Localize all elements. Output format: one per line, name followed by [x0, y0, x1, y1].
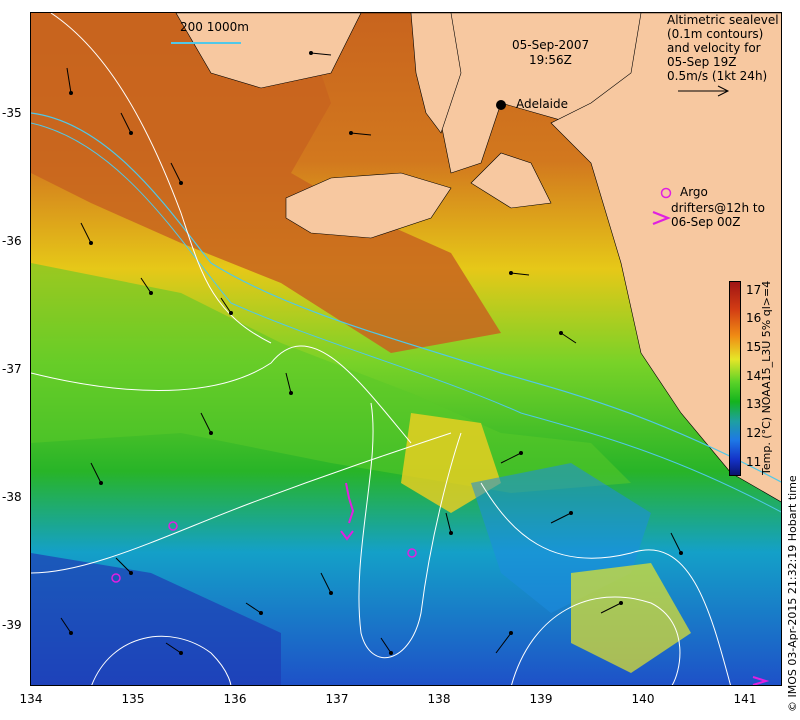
bathymetry-legend-label: 200 1000m: [180, 20, 249, 34]
map-plot-area[interactable]: [30, 12, 782, 686]
city-label-adelaide: Adelaide: [516, 97, 569, 111]
y-tick-label: -39: [2, 618, 22, 632]
colorbar-tick-label: 13: [746, 397, 762, 412]
x-tick-label: 135: [121, 692, 145, 706]
colorbar-tick-label: 12: [746, 425, 762, 440]
imos-credit: © IMOS 03-Apr-2015 21:32:19 Hobart time: [786, 475, 799, 712]
altimetry-legend-line4: 05-Sep 19Z: [667, 55, 737, 69]
x-tick-label: 139: [529, 692, 553, 706]
y-tick-label: -38: [2, 490, 22, 504]
colorbar-title: Temp. (°C) NOAA15_L3U 5% ql>=4: [760, 280, 773, 475]
y-tick-label: -35: [2, 106, 22, 120]
drifters-legend-line1: drifters@12h to: [671, 201, 765, 215]
altimetry-legend-line1: Altimetric sealevel: [667, 13, 779, 27]
x-tick-label: 134: [19, 692, 43, 706]
sst-map-canvas: [31, 13, 781, 685]
altimetry-legend-line3: and velocity for: [667, 41, 761, 55]
map-time: 19:56Z: [529, 53, 572, 67]
colorbar-tick-label: 14: [746, 368, 762, 383]
altimetry-legend-line2: (0.1m contours): [667, 27, 764, 41]
y-tick-label: -36: [2, 234, 22, 248]
y-tick-label: -37: [2, 362, 22, 376]
map-date: 05-Sep-2007: [512, 38, 590, 52]
x-tick-label: 137: [325, 692, 349, 706]
temperature-colorbar: [729, 281, 741, 476]
colorbar-tick-label: 15: [746, 339, 762, 354]
drifters-legend-line2: 06-Sep 00Z: [671, 215, 741, 229]
argo-legend-label: Argo: [680, 185, 708, 199]
x-tick-label: 138: [427, 692, 451, 706]
adelaide-marker: [496, 100, 506, 110]
x-tick-label: 141: [733, 692, 757, 706]
colorbar-tick-label: 17: [746, 282, 762, 297]
altimetry-legend-line5: 0.5m/s (1kt 24h): [667, 69, 768, 83]
colorbar-tick-label: 16: [746, 311, 762, 326]
x-tick-label: 140: [631, 692, 655, 706]
x-tick-label: 136: [223, 692, 247, 706]
colorbar-tick-label: 11: [746, 454, 762, 469]
